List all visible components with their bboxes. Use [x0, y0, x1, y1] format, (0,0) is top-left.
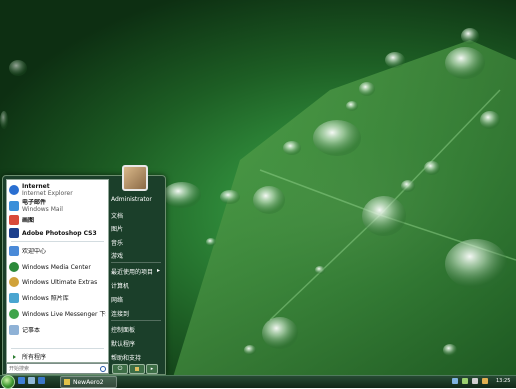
mail-icon — [9, 201, 19, 211]
ie-icon — [9, 185, 19, 195]
recent-ultimate-extras[interactable]: Windows Ultimate Extras — [9, 277, 106, 287]
recent-media-center[interactable]: Windows Media Center — [9, 262, 106, 272]
search-icon[interactable] — [100, 366, 106, 372]
start-menu-places-pane: Administrator 文档 图片 音乐 游戏 最近使用的项目 ▸ 计算机 … — [109, 179, 163, 362]
start-menu: Internet Internet Explorer 电子邮件 Windows Ma… — [2, 175, 166, 375]
user-account-picture[interactable] — [122, 165, 148, 191]
recent-item-label: 欢迎中心 — [22, 247, 47, 255]
taskbar-button-label: NewAero2 — [73, 378, 104, 386]
power-button[interactable]: ⏻ — [112, 364, 128, 374]
recent-welcome-center[interactable]: 欢迎中心 — [9, 246, 106, 256]
place-recent-items[interactable]: 最近使用的项目 ▸ — [111, 267, 161, 276]
start-search-input[interactable] — [7, 364, 99, 373]
volume-tray-icon[interactable] — [462, 378, 468, 384]
taskbar-clock[interactable]: 13:25 — [496, 378, 510, 384]
pinned-item-subtitle: Internet Explorer — [22, 190, 73, 197]
place-recent-items-label: 最近使用的项目 — [111, 269, 154, 276]
power-icon: ⏻ — [117, 365, 123, 372]
pinned-item-title: Adobe Photoshop CS3 — [22, 229, 97, 237]
paint-icon — [9, 215, 19, 225]
recent-notepad[interactable]: 记事本 — [9, 325, 106, 335]
recent-item-label: 记事本 — [22, 326, 41, 334]
menu-separator — [11, 348, 104, 349]
pinned-item-subtitle: Windows Mail — [22, 206, 63, 213]
welcome-icon — [9, 246, 19, 256]
pinned-paint[interactable]: 画图 — [9, 215, 106, 225]
start-menu-programs-pane: Internet Internet Explorer 电子邮件 Windows Ma… — [6, 179, 109, 363]
chevron-right-icon — [13, 354, 16, 359]
place-network[interactable]: 网络 — [111, 295, 161, 304]
ie-icon[interactable] — [18, 377, 25, 384]
taskbar-button-newaero2[interactable]: NewAero2 — [60, 376, 117, 388]
lock-icon — [135, 367, 139, 371]
switch-windows-icon[interactable] — [38, 377, 45, 384]
pinned-windows-mail[interactable]: 电子邮件 Windows Mail — [9, 199, 106, 213]
menu-separator — [111, 262, 161, 263]
media-center-icon — [9, 262, 19, 272]
pinned-photoshop[interactable]: Adobe Photoshop CS3 — [9, 228, 106, 238]
place-default-programs[interactable]: 默认程序 — [111, 339, 161, 348]
start-search-box — [6, 363, 109, 374]
extras-icon — [9, 277, 19, 287]
place-help-support[interactable]: 帮助和支持 — [111, 353, 161, 362]
language-tray-icon[interactable] — [472, 378, 478, 384]
menu-separator — [11, 241, 104, 242]
pinned-item-title: Internet — [22, 183, 50, 190]
recent-live-messenger[interactable]: Windows Live Messenger 下载 — [9, 309, 106, 319]
show-desktop-icon[interactable] — [28, 377, 35, 384]
place-pictures[interactable]: 图片 — [111, 224, 161, 233]
pinned-item-title: 电子邮件 — [22, 199, 47, 206]
recent-item-label: Windows Media Center — [22, 263, 91, 271]
messenger-icon — [9, 309, 19, 319]
notepad-icon — [9, 325, 19, 335]
place-computer[interactable]: 计算机 — [111, 281, 161, 290]
place-documents[interactable]: 文档 — [111, 211, 161, 220]
all-programs-button[interactable]: 所有程序 — [9, 352, 106, 361]
network-tray-icon[interactable] — [452, 378, 458, 384]
recent-item-label: Windows Ultimate Extras — [22, 278, 98, 286]
place-user-folder[interactable]: Administrator — [111, 196, 161, 203]
lock-button[interactable] — [129, 364, 145, 374]
place-control-panel[interactable]: 控制面板 — [111, 325, 161, 334]
shutdown-options-button[interactable]: ▸ — [146, 364, 158, 374]
recent-photo-gallery[interactable]: Windows 照片库 — [9, 293, 106, 303]
chevron-right-icon: ▸ — [150, 366, 154, 372]
folder-icon — [64, 379, 70, 385]
place-music[interactable]: 音乐 — [111, 238, 161, 247]
security-tray-icon[interactable] — [482, 378, 488, 384]
chevron-right-icon: ▸ — [157, 267, 161, 274]
place-connect-to[interactable]: 连接到 — [111, 309, 161, 318]
all-programs-label: 所有程序 — [22, 354, 47, 361]
pinned-internet-explorer[interactable]: Internet Internet Explorer — [9, 183, 106, 197]
photo-gallery-icon — [9, 293, 19, 303]
photoshop-icon — [9, 228, 19, 238]
recent-item-label: Windows 照片库 — [22, 294, 69, 302]
place-games[interactable]: 游戏 — [111, 251, 161, 260]
recent-item-label: Windows Live Messenger 下载 — [22, 310, 106, 318]
pinned-item-title: 画图 — [22, 216, 35, 224]
menu-separator — [111, 320, 161, 321]
